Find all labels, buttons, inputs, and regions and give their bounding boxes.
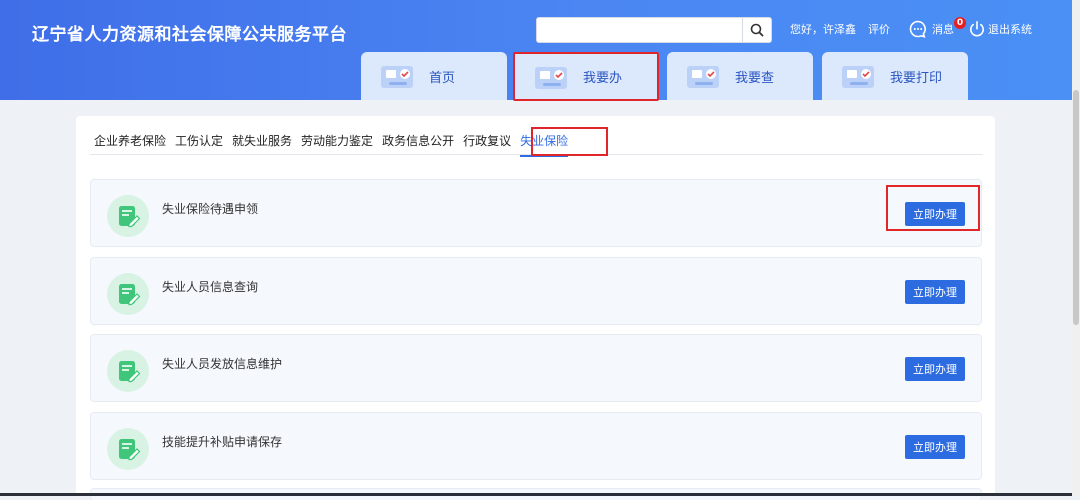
vertical-scrollbar[interactable] [1072, 0, 1080, 496]
service-row: 失业人员信息查询 立即办理 [90, 257, 982, 325]
subnav-item-employment[interactable]: 就失业服务 [232, 132, 292, 149]
tab-print-label: 我要打印 [890, 70, 943, 86]
tab-print[interactable]: 我要打印 [822, 52, 968, 100]
service-name: 失业人员信息查询 [162, 280, 259, 294]
logout-label[interactable]: 退出系统 [988, 21, 1032, 37]
messages-label[interactable]: 消息 [932, 21, 954, 37]
service-row: 失业保险待遇申领 立即办理 [90, 179, 982, 247]
tab-illustration-icon [535, 66, 567, 89]
service-name: 技能提升补贴申请保存 [162, 435, 283, 449]
search-box[interactable] [536, 17, 772, 43]
tab-query-label: 我要查 [735, 70, 775, 86]
tab-illustration-icon [381, 66, 413, 88]
subnav-item-gov-info[interactable]: 政务信息公开 [382, 132, 454, 149]
apply-now-button[interactable]: 立即办理 [905, 435, 965, 459]
search-icon [750, 23, 764, 37]
search-input[interactable] [541, 21, 741, 41]
message-icon [909, 20, 926, 38]
highlight-box [531, 127, 608, 156]
messages-button[interactable] [908, 19, 928, 39]
tab-handle[interactable]: 我要办 [513, 52, 659, 101]
subnav-item-enterprise-pension[interactable]: 企业养老保险 [94, 132, 166, 149]
message-count-badge: 0 [954, 17, 966, 29]
search-button[interactable] [742, 18, 771, 42]
document-edit-icon [107, 195, 149, 237]
document-edit-icon [107, 273, 149, 315]
apply-now-button[interactable]: 立即办理 [905, 280, 965, 304]
evaluate-link[interactable]: 评价 [868, 21, 890, 37]
document-edit-icon [107, 350, 149, 392]
subnav-item-admin-review[interactable]: 行政复议 [463, 132, 511, 149]
tab-handle-label: 我要办 [583, 71, 623, 86]
page-title: 辽宁省人力资源和社会保障公共服务平台 [32, 25, 347, 45]
subnav-item-labor-ability[interactable]: 劳动能力鉴定 [301, 132, 373, 149]
tab-home-label: 首页 [429, 70, 456, 86]
service-row: 失业人员发放信息维护 立即办理 [90, 334, 982, 402]
service-name: 失业人员发放信息维护 [162, 357, 283, 371]
header-bar: 辽宁省人力资源和社会保障公共服务平台 您好，许泽鑫 评价 消息 0 退出系统 首… [0, 0, 1072, 101]
tab-illustration-icon [687, 66, 719, 88]
tab-illustration-icon [842, 66, 874, 88]
content-card: 企业养老保险 工伤认定 就失业服务 劳动能力鉴定 政务信息公开 行政复议 失业保… [76, 116, 995, 500]
document-edit-icon [107, 428, 149, 470]
tab-query[interactable]: 我要查 [667, 52, 813, 100]
tab-home[interactable]: 首页 [361, 52, 507, 100]
service-name: 失业保险待遇申领 [162, 202, 259, 216]
user-area: 您好，许泽鑫 评价 消息 0 退出系统 [790, 17, 1032, 39]
greeting-text: 您好，许泽鑫 [790, 23, 856, 36]
apply-now-button[interactable]: 立即办理 [905, 357, 965, 381]
scrollbar-thumb[interactable] [1073, 90, 1079, 325]
subnav-item-work-injury[interactable]: 工伤认定 [175, 132, 223, 149]
service-row: 技能提升补贴申请保存 立即办理 [90, 412, 982, 480]
power-icon [970, 20, 984, 37]
highlight-box [886, 185, 980, 231]
sub-nav: 企业养老保险 工伤认定 就失业服务 劳动能力鉴定 政务信息公开 行政复议 失业保… [94, 132, 577, 157]
logout-button[interactable]: 退出系统 [968, 20, 1032, 38]
